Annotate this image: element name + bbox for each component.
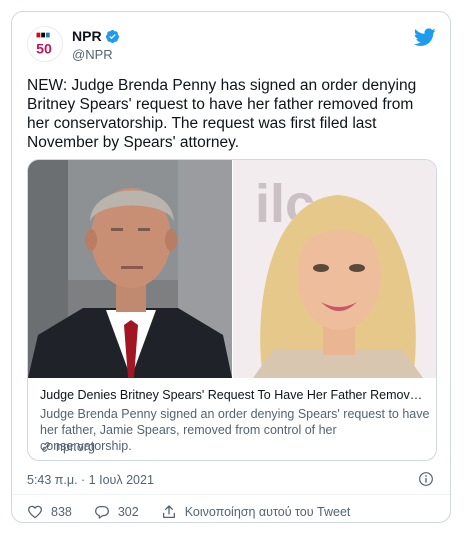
twitter-bird-icon[interactable]	[414, 28, 436, 47]
account-handle[interactable]: @NPR	[72, 47, 113, 62]
link-card-image-woman: ilc	[233, 160, 436, 378]
verified-badge-icon	[105, 29, 119, 43]
link-card-image-man	[28, 160, 232, 378]
like-button[interactable]: 838	[27, 504, 72, 520]
reply-button[interactable]: 302	[94, 504, 139, 520]
link-card-domain[interactable]: npr.org	[40, 440, 95, 454]
tweet-timestamp[interactable]: 5:43 π.μ. · 1 Ιουλ 2021	[27, 473, 154, 487]
tweet-actions: 838 302 Κοινοποίηση αυτού του Tweet	[27, 502, 372, 522]
npr-50-logo: 50	[28, 27, 62, 61]
reply-count: 302	[117, 505, 139, 519]
share-icon	[162, 505, 175, 518]
link-card-domain-text[interactable]: npr.org	[56, 440, 95, 454]
avatar[interactable]: 50	[27, 26, 63, 62]
link-card-title[interactable]: Judge Denies Britney Spears' Request To …	[40, 388, 426, 402]
like-count: 838	[51, 505, 72, 519]
share-label: Κοινοποίηση αυτού του Tweet	[184, 505, 351, 519]
reply-icon	[94, 506, 109, 519]
link-icon	[42, 442, 50, 452]
tweet-text: NEW: Judge Brenda Penny has signed an or…	[27, 77, 417, 151]
avatar-text: 50	[36, 41, 52, 57]
tweet-card[interactable]: 50 NPR @NPR NEW: Judge Brenda Penny has …	[11, 11, 451, 523]
link-card-description[interactable]: Judge Brenda Penny signed an order denyi…	[40, 406, 430, 454]
account-name[interactable]: NPR	[72, 28, 120, 44]
share-button[interactable]: Κοινοποίηση αυτού του Tweet	[161, 504, 351, 520]
link-card-images[interactable]: ilc	[28, 160, 436, 378]
divider	[12, 494, 450, 495]
link-preview-card[interactable]: ilc Judge Denies Britney Spears' Request…	[27, 159, 437, 461]
account-name-label[interactable]: NPR	[72, 28, 102, 44]
heart-icon	[28, 505, 42, 519]
info-icon[interactable]	[418, 471, 434, 487]
